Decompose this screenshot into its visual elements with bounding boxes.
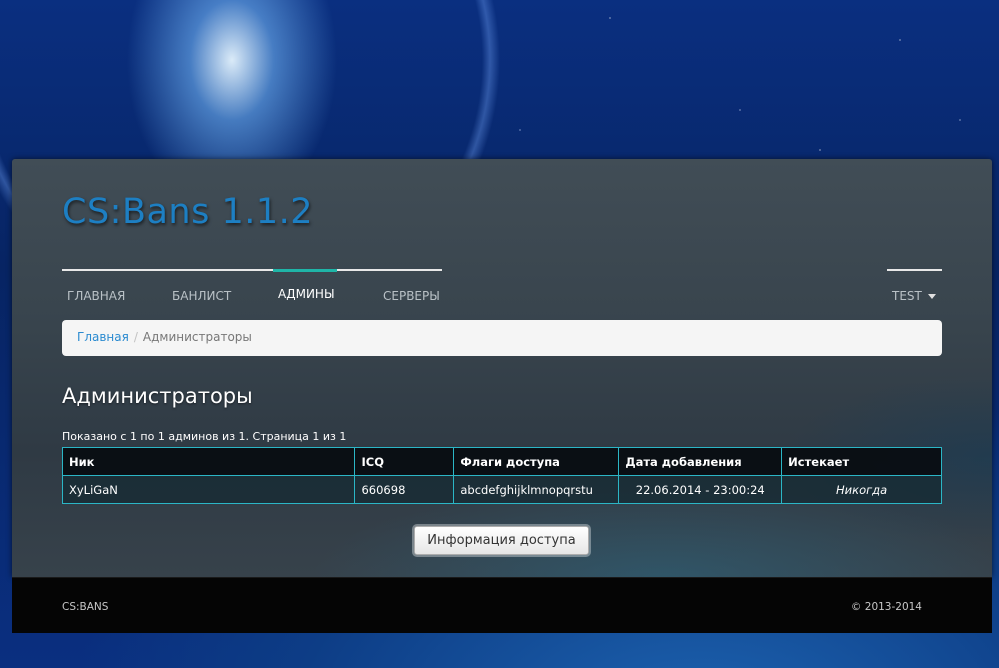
user-menu[interactable]: TEST	[892, 289, 936, 303]
table-summary: Показано с 1 по 1 админов из 1. Страница…	[62, 430, 347, 443]
nav-item-home[interactable]: ГЛАВНАЯ	[67, 289, 125, 303]
nav-item-servers[interactable]: СЕРВЕРЫ	[383, 289, 440, 303]
user-menu-label: TEST	[892, 289, 922, 303]
column-header-date: Дата добавления	[618, 447, 783, 476]
cell-nick: XyLiGaN	[61, 475, 356, 504]
breadcrumb-home-link[interactable]: Главная	[77, 330, 129, 344]
breadcrumb-current: Администраторы	[142, 330, 252, 344]
column-header-nick: Ник	[61, 447, 356, 476]
access-info-button[interactable]: Информация доступа	[414, 526, 589, 555]
footer-copyright: © 2013-2014	[850, 601, 922, 613]
breadcrumb-separator: /	[133, 330, 138, 344]
nav-active-indicator	[273, 269, 337, 272]
column-header-expires: Истекает	[781, 447, 942, 476]
column-header-icq: ICQ	[354, 447, 455, 476]
main-panel: CS:Bans 1.1.2 ГЛАВНАЯ БАНЛИСТ АДМИНЫ СЕР…	[12, 159, 992, 577]
table-row[interactable]: XyLiGaN 660698 abcdefghijklmnopqrstu 22.…	[61, 475, 942, 504]
nav-item-admins[interactable]: АДМИНЫ	[278, 287, 335, 301]
admins-table: Ник ICQ Флаги доступа Дата добавления Ис…	[61, 447, 942, 504]
breadcrumb: Главная / Администраторы	[62, 320, 942, 356]
footer: CS:BANS © 2013-2014	[12, 577, 992, 633]
caret-down-icon	[927, 294, 936, 299]
cell-icq: 660698	[354, 475, 455, 504]
user-menu-underline	[887, 269, 942, 271]
nav-underline	[62, 269, 442, 271]
nav-item-banlist[interactable]: БАНЛИСТ	[172, 289, 231, 303]
cell-flags: abcdefghijklmnopqrstu	[453, 475, 620, 504]
cell-expires: Никогда	[781, 475, 942, 504]
site-logo[interactable]: CS:Bans 1.1.2	[62, 192, 313, 232]
cell-date: 22.06.2014 - 23:00:24	[618, 475, 783, 504]
table-header-row: Ник ICQ Флаги доступа Дата добавления Ис…	[61, 447, 942, 476]
page-title: Администраторы	[62, 384, 253, 408]
footer-brand: CS:BANS	[62, 601, 109, 613]
column-header-flags: Флаги доступа	[453, 447, 620, 476]
